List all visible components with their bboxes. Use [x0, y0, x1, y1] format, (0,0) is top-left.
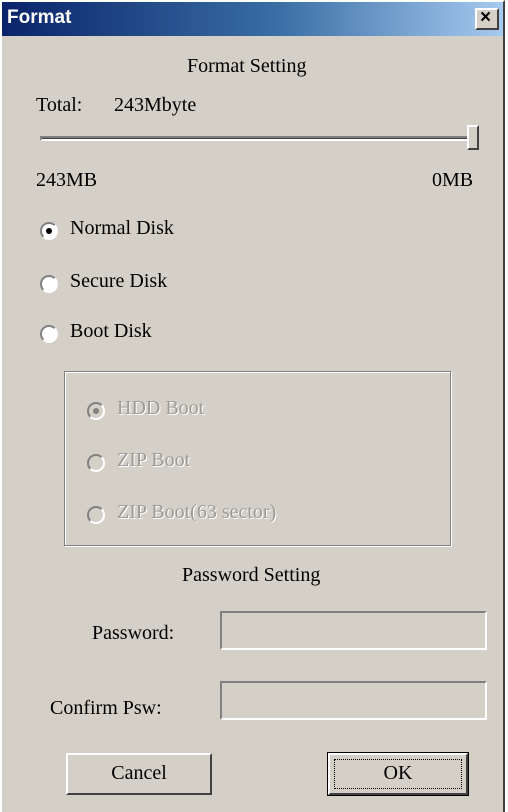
normal-disk-radio[interactable] [40, 222, 58, 240]
hdd-boot-label[interactable]: HDD Boot [117, 397, 204, 420]
total-value: 243Mbyte [114, 94, 197, 116]
password-label: Password: [92, 622, 175, 644]
ok-button-label: OK [383, 762, 413, 784]
size-slider-thumb[interactable] [467, 125, 479, 150]
zip-boot-radio[interactable] [87, 454, 105, 472]
close-button[interactable]: × [475, 7, 499, 30]
password-field[interactable] [220, 611, 487, 650]
format-dialog: Format × Format Setting Total: 243Mbyte … [0, 0, 505, 812]
slider-min-label: 243MB [36, 169, 98, 191]
confirm-password-label: Confirm Psw: [50, 697, 162, 719]
radio-selected-dot [46, 228, 52, 234]
zip-boot-label[interactable]: ZIP Boot [117, 449, 190, 472]
secure-disk-radio[interactable] [40, 275, 58, 293]
zip-boot-63-radio[interactable] [87, 506, 105, 524]
confirm-password-field[interactable] [220, 681, 487, 720]
boot-disk-radio[interactable] [40, 325, 58, 343]
secure-disk-label[interactable]: Secure Disk [70, 270, 167, 293]
hdd-boot-radio[interactable] [87, 402, 105, 420]
normal-disk-label[interactable]: Normal Disk [70, 217, 174, 240]
zip-boot-63-label[interactable]: ZIP Boot(63 sector) [117, 501, 276, 524]
slider-max-label: 0MB [432, 169, 474, 191]
ok-button[interactable]: OK [327, 752, 469, 796]
password-setting-heading: Password Setting [182, 564, 321, 586]
title-bar[interactable]: Format × [2, 2, 503, 36]
boot-disk-label[interactable]: Boot Disk [70, 320, 152, 343]
radio-selected-dot [93, 408, 99, 414]
format-setting-heading: Format Setting [187, 55, 307, 77]
window-title: Format [7, 7, 72, 28]
cancel-button-label: Cancel [111, 762, 167, 784]
total-label: Total: [36, 94, 83, 116]
cancel-button[interactable]: Cancel [66, 753, 212, 795]
size-slider-track[interactable] [40, 136, 478, 141]
close-icon: × [480, 7, 492, 28]
